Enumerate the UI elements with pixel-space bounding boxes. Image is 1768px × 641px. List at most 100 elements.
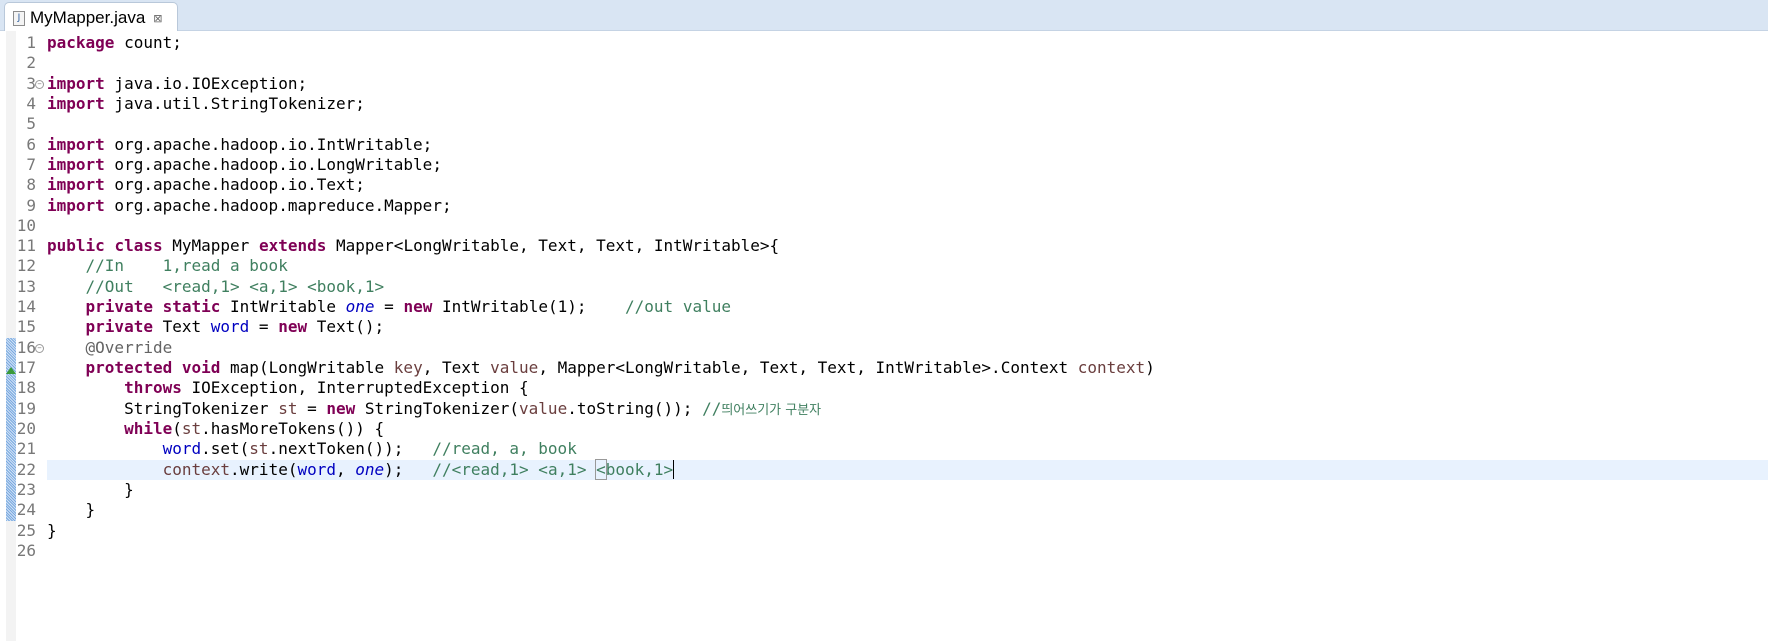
code-token: import <box>47 73 105 93</box>
code-line[interactable]: 15 private Text word = new Text(); <box>0 317 1768 337</box>
code-text: //Out <read,1> <a,1> <book,1> <box>47 277 1768 297</box>
code-token: package <box>47 33 115 52</box>
code-token: } <box>47 520 57 540</box>
code-token: //read, a, book <box>432 439 577 459</box>
code-token: //Out <read,1> <a,1> <book,1> <box>85 276 385 296</box>
code-text: while(st.hasMoreTokens()) { <box>47 419 1768 439</box>
code-token: word <box>210 317 250 337</box>
code-token: ) <box>1145 358 1155 377</box>
code-line[interactable]: 16− @Override <box>0 338 1768 358</box>
code-line[interactable]: 19 StringTokenizer st = new StringTokeni… <box>0 399 1768 419</box>
code-line[interactable]: 6 import org.apache.hadoop.io.IntWritable… <box>0 135 1768 155</box>
code-text: import org.apache.hadoop.mapreduce.Mappe… <box>47 196 1768 216</box>
line-number: 1 <box>26 33 36 52</box>
code-line[interactable]: 12 //In 1,read a book <box>0 256 1768 276</box>
code-text: public class MyMapper extends Mapper<Lon… <box>47 236 1768 256</box>
java-file-icon: J <box>13 10 25 26</box>
line-number: 19 <box>16 398 36 418</box>
code-token: import <box>47 195 105 215</box>
code-token: = <box>249 317 279 337</box>
fold-collapse-icon[interactable]: − <box>35 79 44 89</box>
code-line[interactable]: 4 import java.util.StringTokenizer; <box>0 94 1768 114</box>
code-token: private <box>85 297 153 317</box>
line-number: 14 <box>16 297 36 317</box>
line-number: 5 <box>26 114 36 134</box>
code-line[interactable]: 11 public class MyMapper extends Mapper<L… <box>0 236 1768 256</box>
code-line[interactable]: 5 <box>0 114 1768 134</box>
line-number: 2 <box>26 53 36 73</box>
tab-mymapper-java[interactable]: J MyMapper.java ⊠ <box>4 2 178 33</box>
code-line[interactable]: 22 context.write(word, one); //<read,1> … <box>0 458 1768 480</box>
code-text: @Override <box>47 338 1768 358</box>
close-icon[interactable]: ⊠ <box>153 12 162 25</box>
code-text: } <box>47 521 1768 541</box>
code-token: java.util.StringTokenizer; <box>104 93 365 113</box>
code-line[interactable]: 23 } <box>0 480 1768 500</box>
line-number: 21 <box>16 439 36 459</box>
code-token: ); <box>384 459 433 479</box>
code-line[interactable]: 21 word.set(st.nextToken()); //read, a, … <box>0 439 1768 459</box>
code-token: static <box>162 297 221 317</box>
line-number: 10 <box>16 215 36 235</box>
code-line[interactable]: 24 } <box>0 500 1768 520</box>
code-token: count; <box>114 33 182 52</box>
code-line[interactable]: 18 throws IOException, InterruptedExcept… <box>0 378 1768 398</box>
code-lines: 1 package count; 2 3− import java.io.IOExcep… <box>0 33 1768 561</box>
code-text: import java.util.StringTokenizer; <box>47 94 1768 114</box>
code-token: throws <box>124 378 182 398</box>
code-text: protected void map(LongWritable key, Tex… <box>47 358 1768 378</box>
code-token: import <box>47 175 105 195</box>
code-line[interactable]: 1 package count; <box>0 33 1768 53</box>
code-token: .nextToken()); <box>268 439 433 459</box>
code-token: Text <box>152 317 211 337</box>
code-line[interactable]: 20 while(st.hasMoreTokens()) { <box>0 419 1768 439</box>
code-line[interactable]: 9 import org.apache.hadoop.mapreduce.Mapp… <box>0 196 1768 216</box>
code-token: st <box>181 418 202 438</box>
code-token: Text(); <box>307 317 385 337</box>
code-line[interactable]: 13 //Out <read,1> <a,1> <book,1> <box>0 277 1768 297</box>
code-token: value <box>490 358 539 377</box>
code-token: context <box>1077 358 1146 377</box>
code-token: book,1> <box>605 459 674 479</box>
code-line[interactable]: 3− import java.io.IOException; <box>0 74 1768 94</box>
line-number: 18 <box>16 378 36 398</box>
code-line[interactable]: 17 protected void map(LongWritable key, … <box>0 358 1768 378</box>
code-token: while <box>124 418 173 438</box>
line-number: 23 <box>16 479 36 499</box>
fold-collapse-icon[interactable]: − <box>35 343 44 353</box>
code-line[interactable]: 8 import org.apache.hadoop.io.Text; <box>0 175 1768 195</box>
code-line[interactable]: 26 <box>0 541 1768 561</box>
line-number: 4 <box>26 93 36 113</box>
code-editor[interactable]: 1 package count; 2 3− import java.io.IOExcep… <box>0 31 1768 641</box>
line-number: 24 <box>16 500 36 520</box>
code-token: class <box>114 236 163 256</box>
line-number: 25 <box>16 520 36 540</box>
code-token: //<read,1> <a,1> <box>432 459 597 479</box>
code-token: new <box>278 317 308 337</box>
code-line[interactable]: 2 <box>0 53 1768 73</box>
line-number: 3 <box>26 73 36 93</box>
code-line[interactable]: 10 <box>0 216 1768 236</box>
code-token: one <box>345 297 375 317</box>
code-text: //In 1,read a book <box>47 256 1768 276</box>
code-text: import java.io.IOException; <box>47 74 1768 94</box>
code-text: import org.apache.hadoop.io.LongWritable… <box>47 155 1768 175</box>
code-line[interactable]: 14 private static IntWritable one = new … <box>0 297 1768 317</box>
code-token: private <box>85 317 153 337</box>
code-token: org.apache.hadoop.io.LongWritable; <box>104 154 442 174</box>
code-line[interactable]: 25} <box>0 521 1768 541</box>
line-number: 12 <box>16 256 36 276</box>
code-line[interactable]: 7 import org.apache.hadoop.io.LongWritabl… <box>0 155 1768 175</box>
code-token: } <box>47 500 96 520</box>
code-token: = <box>297 398 327 418</box>
code-token: st <box>278 398 298 418</box>
